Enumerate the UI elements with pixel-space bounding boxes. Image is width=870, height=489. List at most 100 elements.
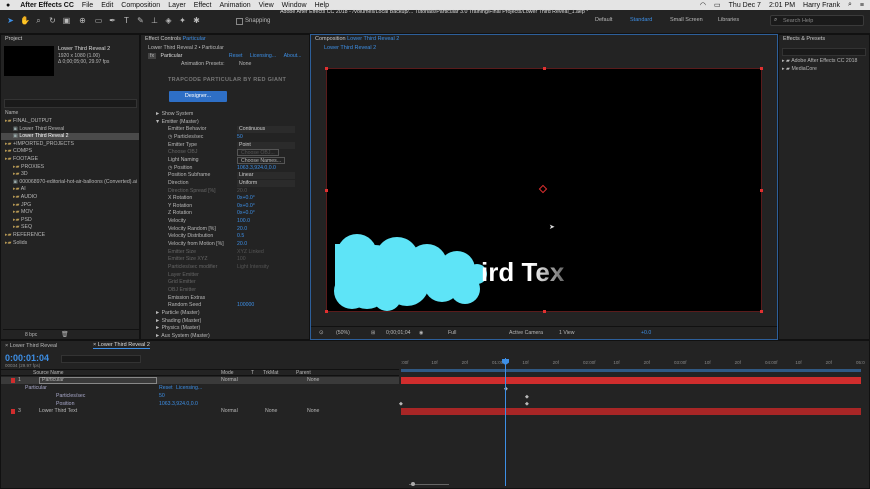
timeline-tab-1[interactable]: × Lower Third Reveal bbox=[5, 343, 57, 349]
effect-property-select[interactable]: Continuous bbox=[237, 126, 295, 134]
menu-user[interactable]: Harry Frank bbox=[803, 2, 840, 9]
project-item[interactable]: ▸▰ PROXIES bbox=[1, 164, 139, 171]
frame-handle-tr[interactable] bbox=[760, 67, 763, 70]
type-tool-icon[interactable]: T bbox=[122, 16, 131, 25]
layer-effect-licensing[interactable]: Licensing... bbox=[176, 385, 202, 392]
menu-file[interactable]: File bbox=[82, 2, 93, 9]
menu-list-icon[interactable]: ≡ bbox=[860, 2, 864, 9]
timeline-search-input[interactable] bbox=[61, 355, 141, 363]
preset-folder-mediacore[interactable]: ▸ ▰ MediaCore bbox=[782, 66, 817, 73]
frame-handle-bl[interactable] bbox=[325, 310, 328, 313]
project-item[interactable]: ▸▰ SEQ bbox=[1, 224, 139, 231]
project-item[interactable]: ▸▰ JPG bbox=[1, 202, 139, 209]
layer-label-color[interactable] bbox=[11, 378, 15, 383]
menu-composition[interactable]: Composition bbox=[121, 2, 160, 9]
workspace-default[interactable]: Default bbox=[595, 17, 612, 23]
header-source-name[interactable]: Source Name bbox=[33, 370, 64, 376]
effect-property-value[interactable]: 0.5 bbox=[237, 233, 244, 240]
effect-controls-tab[interactable]: Effect Controls Particular bbox=[141, 35, 309, 44]
effect-property-value[interactable]: 100000 bbox=[237, 302, 254, 309]
frame-handle-tc[interactable] bbox=[543, 67, 546, 70]
effect-property-row[interactable]: Y Rotation bbox=[168, 203, 192, 210]
project-panel-title[interactable]: Project bbox=[1, 35, 139, 44]
layer-bar-text[interactable] bbox=[401, 408, 861, 415]
camera-tool-icon[interactable]: ▣ bbox=[62, 16, 71, 25]
header-mode[interactable]: Mode bbox=[221, 370, 234, 376]
layer-mode-select[interactable]: Normal bbox=[221, 377, 238, 384]
effect-property-value[interactable]: 100 bbox=[237, 256, 246, 263]
app-menu[interactable]: After Effects CC bbox=[20, 2, 74, 9]
snapping-checkbox[interactable] bbox=[236, 18, 243, 25]
roto-tool-icon[interactable]: ✦ bbox=[178, 16, 187, 25]
project-item[interactable]: ▸▰ Solids bbox=[1, 240, 139, 247]
layer-trkmat-select[interactable]: None bbox=[265, 408, 277, 415]
layer-name[interactable]: Particles/sec bbox=[56, 393, 85, 400]
spotlight-icon[interactable]: ⌕ bbox=[848, 1, 852, 9]
playhead[interactable] bbox=[505, 358, 506, 486]
header-t[interactable]: T bbox=[251, 370, 254, 376]
header-trkmat[interactable]: TrkMat bbox=[263, 370, 278, 376]
effect-property-value[interactable]: Light Intensity bbox=[237, 264, 269, 271]
project-search-input[interactable] bbox=[4, 99, 137, 108]
frame-handle-bc[interactable] bbox=[543, 310, 546, 313]
project-col-name[interactable]: Name bbox=[5, 110, 18, 116]
effect-property-row[interactable]: ► Aux System (Master) bbox=[155, 333, 210, 339]
effects-search-input[interactable] bbox=[782, 48, 866, 56]
effect-property-row[interactable]: Particles/sec modifier bbox=[168, 264, 217, 271]
twirl-icon[interactable]: ► bbox=[155, 325, 162, 331]
effect-property-value[interactable]: 0x+0.0° bbox=[237, 203, 255, 210]
wifi-icon[interactable]: ◠ bbox=[700, 1, 706, 9]
zoom-tool-icon[interactable]: ⌕ bbox=[34, 16, 43, 25]
layer-property-value[interactable]: 1063.3,924.0,0.0 bbox=[159, 401, 198, 408]
twirl-icon[interactable]: ▼ bbox=[155, 119, 162, 125]
effect-property-row[interactable]: Emitter Behavior bbox=[168, 126, 206, 133]
brush-tool-icon[interactable]: ✎ bbox=[136, 16, 145, 25]
layer-label-color[interactable] bbox=[11, 409, 15, 414]
layer-effect-reset[interactable]: Reset bbox=[159, 385, 173, 392]
effects-presets-title[interactable]: Effects & Presets bbox=[779, 35, 869, 44]
header-parent[interactable]: Parent bbox=[296, 370, 311, 376]
effect-property-row[interactable]: Light Naming bbox=[168, 157, 199, 164]
twirl-icon[interactable]: ► bbox=[155, 318, 162, 324]
puppet-tool-icon[interactable]: ✱ bbox=[192, 16, 201, 25]
keyframe-position-2[interactable]: ◆ bbox=[525, 401, 529, 407]
project-item[interactable]: ▣ 000068970-editorial-hot-air-balloons (… bbox=[1, 179, 139, 186]
timeline-tab-2[interactable]: × Lower Third Reveal 2 bbox=[93, 342, 150, 349]
exposure-value[interactable]: +0.0 bbox=[641, 330, 651, 336]
frame-handle-tl[interactable] bbox=[325, 67, 328, 70]
effect-property-row[interactable]: Z Rotation bbox=[168, 210, 192, 217]
clone-tool-icon[interactable]: ⊥ bbox=[150, 16, 159, 25]
frame-handle-br[interactable] bbox=[760, 310, 763, 313]
zoom-select[interactable]: (50%) bbox=[336, 330, 350, 336]
menu-effect[interactable]: Effect bbox=[194, 2, 212, 9]
project-item[interactable]: ▸▰ COMPS bbox=[1, 148, 139, 155]
effect-property-value[interactable]: XYZ Linked bbox=[237, 249, 264, 256]
zoom-slider[interactable] bbox=[401, 482, 461, 487]
effect-property-row[interactable]: ► Physics (Master) bbox=[155, 325, 200, 332]
effect-property-row[interactable]: ► Particle (Master) bbox=[155, 310, 200, 317]
effect-property-row[interactable]: Emitter Size XYZ bbox=[168, 256, 208, 263]
project-item[interactable]: ▸▰ 3D bbox=[1, 171, 139, 178]
effect-property-row[interactable]: ◷ Particles/sec bbox=[168, 134, 203, 141]
effect-property-value[interactable]: 100.0 bbox=[237, 218, 250, 225]
effect-property-select[interactable]: Point bbox=[237, 141, 295, 149]
comp-timecode[interactable]: 0;00;01;04 bbox=[386, 330, 411, 336]
effect-property-row[interactable]: Velocity Random [%] bbox=[168, 226, 216, 233]
project-item[interactable]: ▣ Lower Third Reveal bbox=[1, 126, 139, 133]
project-item[interactable]: ▸▰ PSD bbox=[1, 217, 139, 224]
layer-name[interactable]: Particular bbox=[39, 377, 157, 384]
project-bpc[interactable]: 8 bpc bbox=[25, 332, 37, 338]
view-select[interactable]: 1 View bbox=[559, 330, 574, 336]
menu-window[interactable]: Window bbox=[282, 2, 307, 9]
frame-handle-mr[interactable] bbox=[760, 189, 763, 192]
twirl-icon[interactable]: ► bbox=[155, 310, 162, 316]
eraser-tool-icon[interactable]: ◈ bbox=[164, 16, 173, 25]
composition-tab[interactable]: Composition Lower Third Reveal 2 bbox=[311, 35, 777, 44]
effect-property-row[interactable]: Position Subframe bbox=[168, 172, 210, 179]
project-item[interactable]: ▸▰ +IMPORTED_PROJECTS bbox=[1, 141, 139, 148]
menu-date[interactable]: Thu Dec 7 bbox=[729, 2, 761, 9]
animation-presets-select[interactable]: None bbox=[239, 61, 251, 67]
effect-property-row[interactable]: ◷ Position bbox=[168, 165, 192, 172]
effect-property-row[interactable]: Direction bbox=[168, 180, 188, 187]
effect-property-row[interactable]: Emission Extras bbox=[168, 295, 205, 302]
